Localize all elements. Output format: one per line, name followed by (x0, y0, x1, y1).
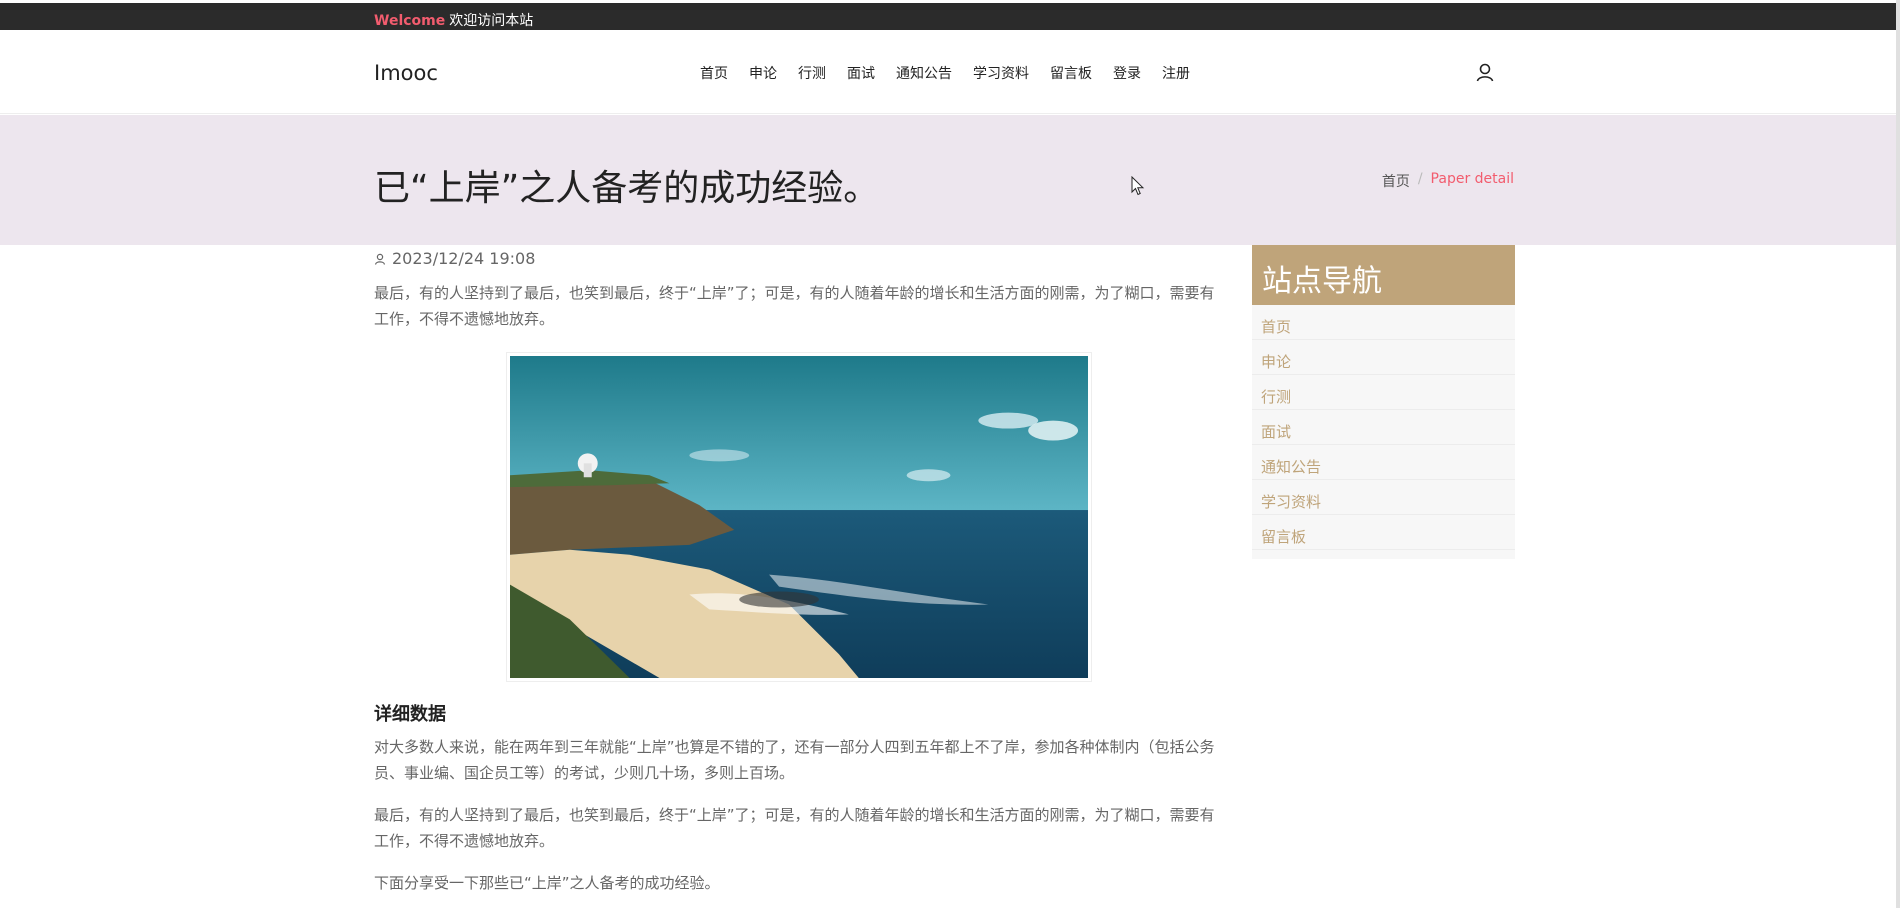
welcome-message: Welcome 欢迎访问本站 (374, 10, 533, 30)
welcome-label: Welcome (374, 13, 446, 29)
article-meta: 2023/12/24 19:08 (374, 249, 1224, 268)
article-date: 2023/12/24 19:08 (392, 249, 536, 268)
mouse-cursor-icon (1131, 176, 1145, 196)
nav-item-login[interactable]: 登录 (1113, 63, 1141, 83)
nav-item-interview[interactable]: 面试 (847, 63, 875, 83)
welcome-text: 欢迎访问本站 (449, 13, 534, 29)
article-paragraph: 最后，有的人坚持到了最后，也笑到最后，终于“上岸”了；可是，有的人随着年龄的增长… (374, 806, 1215, 850)
sidebar-title: 站点导航 (1252, 245, 1515, 305)
nav-item-notices[interactable]: 通知公告 (896, 63, 952, 83)
article-paragraph: 下面分享受一下那些已“上岸”之人备考的成功经验。 (374, 874, 720, 892)
page-title: 已“上岸”之人备考的成功经验。 (374, 168, 880, 209)
breadcrumb-home[interactable]: 首页 (1382, 171, 1410, 191)
nav-item-shenlun[interactable]: 申论 (749, 63, 777, 83)
sidebar-item-notices[interactable]: 通知公告 (1252, 445, 1515, 480)
nav-item-home[interactable]: 首页 (700, 63, 728, 83)
sidebar-item-interview[interactable]: 面试 (1252, 410, 1515, 445)
main-nav: 首页 申论 行测 面试 通知公告 学习资料 留言板 登录 注册 (700, 63, 1211, 83)
coastal-cliff-photo (510, 356, 1088, 678)
scrollbar[interactable] (1896, 0, 1900, 908)
nav-item-guestbook[interactable]: 留言板 (1050, 63, 1092, 83)
sidebar-list: 首页 申论 行测 面试 通知公告 学习资料 留言板 (1252, 305, 1515, 550)
site-logo[interactable]: Imooc (374, 61, 438, 85)
author-icon (374, 253, 386, 265)
nav-item-xingce[interactable]: 行测 (798, 63, 826, 83)
sidebar-item-materials[interactable]: 学习资料 (1252, 480, 1515, 515)
top-bar: Welcome 欢迎访问本站 (0, 3, 1900, 30)
sidebar-item-home[interactable]: 首页 (1252, 305, 1515, 340)
sidebar-item-xingce[interactable]: 行测 (1252, 375, 1515, 410)
breadcrumb-current: Paper detail (1430, 171, 1514, 187)
article-paragraph: 对大多数人来说，能在两年到三年就能“上岸”也算是不错的了，还有一部分人四到五年都… (374, 738, 1215, 782)
sidebar-item-guestbook[interactable]: 留言板 (1252, 515, 1515, 550)
user-icon[interactable] (1475, 62, 1495, 82)
site-header: Imooc 首页 申论 行测 面试 通知公告 学习资料 留言板 登录 注册 (0, 30, 1900, 114)
article-paragraph: 最后，有的人坚持到了最后，也笑到最后，终于“上岸”了；可是，有的人随着年龄的增长… (374, 284, 1215, 328)
breadcrumb: 首页 / Paper detail (1382, 171, 1514, 191)
sidebar-item-shenlun[interactable]: 申论 (1252, 340, 1515, 375)
article-image (506, 352, 1092, 682)
page-banner: 已“上岸”之人备考的成功经验。 首页 / Paper detail (0, 115, 1900, 245)
article-content: 2023/12/24 19:08 最后，有的人坚持到了最后，也笑到最后，终于“上… (374, 245, 1224, 896)
nav-item-materials[interactable]: 学习资料 (973, 63, 1029, 83)
site-navigation-sidebar: 站点导航 首页 申论 行测 面试 通知公告 学习资料 留言板 (1252, 245, 1515, 559)
section-heading: 详细数据 (374, 704, 446, 725)
nav-item-register[interactable]: 注册 (1162, 63, 1190, 83)
breadcrumb-separator: / (1417, 171, 1423, 187)
